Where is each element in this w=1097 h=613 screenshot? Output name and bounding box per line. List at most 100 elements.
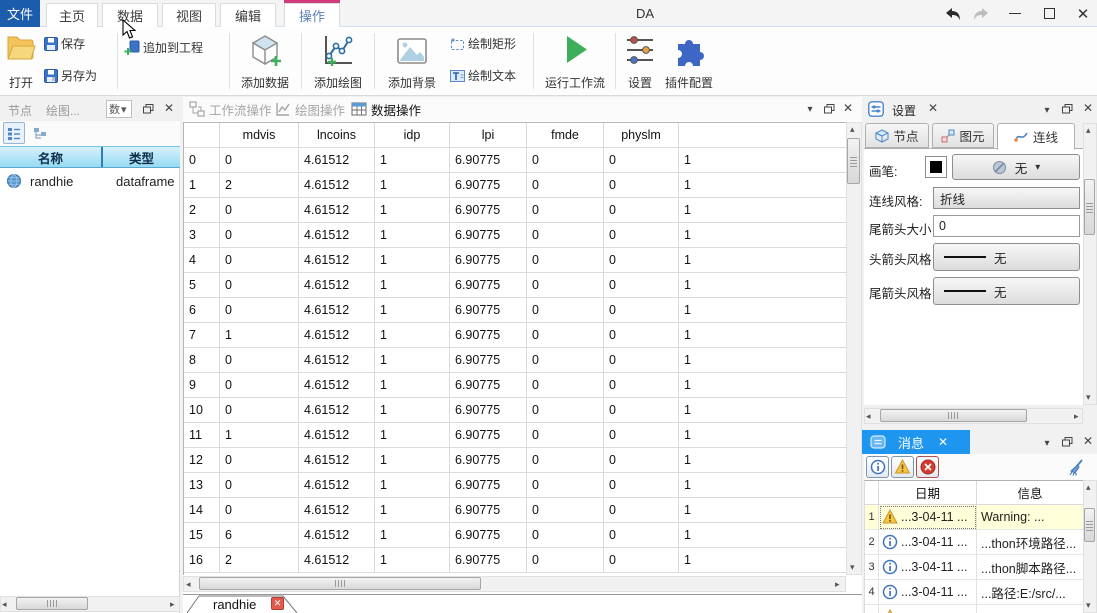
data-cell[interactable]: 0 bbox=[220, 498, 299, 523]
nodes-hscrollbar[interactable]: ◂ ▸ bbox=[0, 596, 180, 612]
data-cell[interactable]: 1 bbox=[679, 223, 846, 248]
add-data-button[interactable]: 添加数据 bbox=[234, 30, 296, 92]
data-cell[interactable]: 2 bbox=[220, 173, 299, 198]
data-cell[interactable]: 0 bbox=[604, 523, 679, 548]
data-cell[interactable]: 0 bbox=[604, 148, 679, 173]
table-row[interactable]: 904.6151216.90775001 bbox=[184, 373, 846, 398]
table-row[interactable]: 124.6151216.90775001 bbox=[184, 173, 846, 198]
column-header[interactable]: lpi bbox=[450, 123, 527, 148]
data-cell[interactable]: 1 bbox=[375, 498, 450, 523]
data-cell[interactable]: 6.90775 bbox=[450, 448, 527, 473]
maximize-button[interactable] bbox=[1034, 0, 1064, 27]
menu-file-button[interactable]: 文件 bbox=[0, 0, 40, 27]
data-cell[interactable]: 1 bbox=[679, 348, 846, 373]
data-table-vscrollbar[interactable]: ▴ ▾ bbox=[846, 122, 862, 575]
scroll-up-icon[interactable]: ▴ bbox=[1086, 126, 1091, 135]
data-cell[interactable]: 0 bbox=[220, 198, 299, 223]
close-tab-button[interactable]: ✕ bbox=[926, 101, 940, 115]
message-info-cell[interactable]: ...路径:E:/src/... bbox=[977, 580, 1083, 605]
data-cell[interactable]: 6.90775 bbox=[450, 473, 527, 498]
panel-menu-button[interactable]: ▾ bbox=[1040, 436, 1054, 450]
data-cell[interactable]: 0 bbox=[604, 448, 679, 473]
data-cell[interactable]: 4.61512 bbox=[299, 323, 375, 348]
float-panel-button[interactable] bbox=[1060, 435, 1074, 449]
row-index-cell[interactable]: 2 bbox=[184, 198, 220, 223]
plugin-config-button[interactable]: 插件配置 bbox=[662, 30, 716, 92]
data-cell[interactable]: 6.90775 bbox=[450, 223, 527, 248]
data-cell[interactable]: 6.90775 bbox=[450, 173, 527, 198]
data-cell[interactable]: 2 bbox=[220, 548, 299, 573]
row-index-cell[interactable]: 11 bbox=[184, 423, 220, 448]
message-date-cell[interactable]: ...3-04-11 ... bbox=[879, 580, 977, 605]
data-cell[interactable]: 1 bbox=[375, 248, 450, 273]
row-index-cell[interactable]: 7 bbox=[184, 323, 220, 348]
data-cell[interactable]: 1 bbox=[679, 273, 846, 298]
data-cell[interactable]: 4.61512 bbox=[299, 423, 375, 448]
message-row[interactable]: 4...3-04-11 ......路径:E:/src/... bbox=[865, 580, 1083, 605]
data-cell[interactable]: 4.61512 bbox=[299, 448, 375, 473]
data-cell[interactable]: 0 bbox=[220, 473, 299, 498]
column-header[interactable]: idp bbox=[375, 123, 450, 148]
data-cell[interactable]: 1 bbox=[375, 473, 450, 498]
table-row[interactable]: 504.6151216.90775001 bbox=[184, 273, 846, 298]
data-cell[interactable]: 0 bbox=[220, 273, 299, 298]
data-cell[interactable]: 1 bbox=[679, 298, 846, 323]
data-cell[interactable]: 1 bbox=[679, 323, 846, 348]
tree-header-name[interactable]: 名称 bbox=[0, 147, 103, 167]
data-cell[interactable]: 1 bbox=[375, 273, 450, 298]
data-cell[interactable]: 0 bbox=[604, 498, 679, 523]
draw-text-button[interactable]: 绘制文本 bbox=[450, 67, 516, 84]
data-cell[interactable]: 0 bbox=[527, 273, 604, 298]
settings-hscrollbar[interactable]: ◂ ▸ bbox=[864, 408, 1083, 424]
row-index-cell[interactable]: 0 bbox=[184, 148, 220, 173]
list-view-button[interactable] bbox=[3, 122, 25, 144]
data-ops-button[interactable]: 数据操作 bbox=[351, 99, 421, 119]
data-cell[interactable]: 0 bbox=[604, 173, 679, 198]
data-cell[interactable]: 0 bbox=[220, 348, 299, 373]
open-button[interactable]: 打开 bbox=[2, 30, 40, 92]
data-cell[interactable]: 1 bbox=[679, 548, 846, 573]
data-cell[interactable]: 6.90775 bbox=[450, 248, 527, 273]
data-cell[interactable]: 1 bbox=[375, 448, 450, 473]
message-date-cell[interactable]: ...3-04-11 ... bbox=[879, 505, 977, 530]
data-cell[interactable]: 0 bbox=[220, 298, 299, 323]
table-row[interactable]: 804.6151216.90775001 bbox=[184, 348, 846, 373]
data-cell[interactable]: 0 bbox=[527, 398, 604, 423]
table-row[interactable]: 1114.6151216.90775001 bbox=[184, 423, 846, 448]
panel-menu-button[interactable]: ▾ bbox=[1040, 103, 1054, 117]
scroll-left-icon[interactable]: ◂ bbox=[186, 580, 191, 589]
menu-tab-home[interactable]: 主页 bbox=[46, 3, 98, 27]
data-cell[interactable]: 1 bbox=[679, 398, 846, 423]
message-row[interactable]: 2...3-04-11 ......thon环境路径... bbox=[865, 530, 1083, 555]
message-row[interactable] bbox=[865, 605, 1083, 613]
tail-arrow-size-input[interactable]: 0 bbox=[933, 215, 1080, 237]
data-cell[interactable]: 0 bbox=[604, 248, 679, 273]
data-cell[interactable]: 4.61512 bbox=[299, 248, 375, 273]
messages-vscrollbar[interactable]: ▴ ▾ bbox=[1083, 480, 1097, 613]
data-cell[interactable]: 6.90775 bbox=[450, 423, 527, 448]
row-index-cell[interactable]: 9 bbox=[184, 373, 220, 398]
float-panel-button[interactable] bbox=[822, 102, 836, 116]
data-cell[interactable]: 0 bbox=[604, 423, 679, 448]
row-index-cell[interactable]: 14 bbox=[184, 498, 220, 523]
message-info-cell[interactable] bbox=[977, 605, 1083, 613]
tab-plots[interactable]: 绘图... bbox=[46, 102, 80, 119]
data-cell[interactable]: 6.90775 bbox=[450, 398, 527, 423]
data-cell[interactable]: 1 bbox=[375, 348, 450, 373]
append-to-project-button[interactable]: 追加到工程 bbox=[124, 39, 203, 56]
table-row[interactable]: 004.6151216.90775001 bbox=[184, 148, 846, 173]
data-cell[interactable]: 1 bbox=[375, 298, 450, 323]
add-background-button[interactable]: 添加背景 bbox=[380, 30, 444, 92]
data-cell[interactable]: 0 bbox=[527, 473, 604, 498]
row-index-cell[interactable]: 8 bbox=[184, 348, 220, 373]
data-cell[interactable]: 4.61512 bbox=[299, 523, 375, 548]
data-cell[interactable]: 4.61512 bbox=[299, 198, 375, 223]
panel-menu-button[interactable]: ▾ bbox=[803, 102, 817, 116]
data-cell[interactable]: 1 bbox=[375, 323, 450, 348]
data-cell[interactable]: 4.61512 bbox=[299, 348, 375, 373]
data-cell[interactable]: 0 bbox=[527, 448, 604, 473]
data-cell[interactable]: 0 bbox=[604, 473, 679, 498]
run-workflow-button[interactable]: 运行工作流 bbox=[540, 30, 610, 92]
table-row[interactable]: 404.6151216.90775001 bbox=[184, 248, 846, 273]
table-row[interactable]: 1624.6151216.90775001 bbox=[184, 548, 846, 573]
